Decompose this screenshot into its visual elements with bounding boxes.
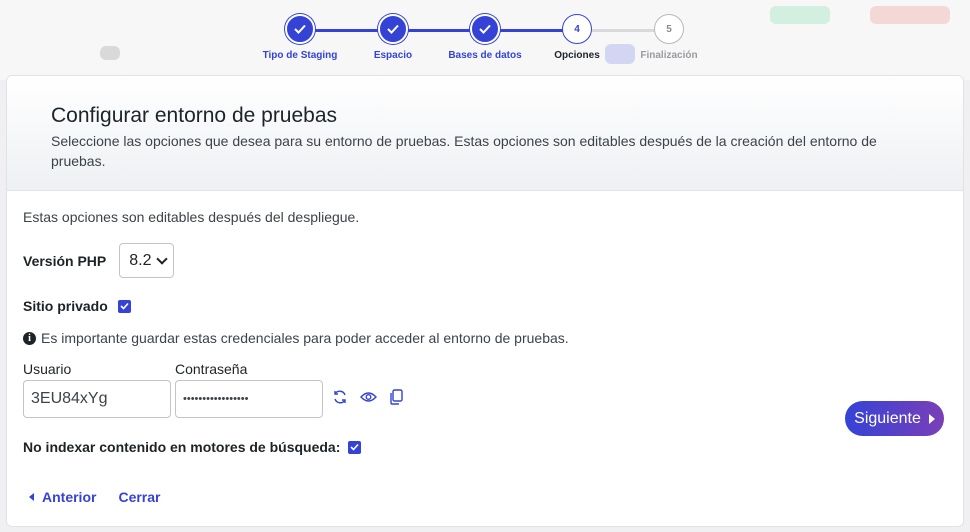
php-version-value: 8.2 xyxy=(129,251,152,269)
chevron-down-icon xyxy=(155,252,168,265)
copy-icon[interactable] xyxy=(387,388,405,406)
step-label: Tipo de Staging xyxy=(262,50,338,61)
step-number: 4 xyxy=(562,14,592,44)
footer-links: Anterior Cerrar xyxy=(23,489,160,505)
noindex-label: No indexar contenido en motores de búsqu… xyxy=(23,439,341,455)
php-version-label: Versión PHP xyxy=(23,252,107,269)
noindex-row: No indexar contenido en motores de búsqu… xyxy=(23,439,362,455)
credentials-info-text: Es importante guardar estas credenciales… xyxy=(41,330,569,346)
step-finalizacion: 5 Finalización xyxy=(619,14,719,61)
options-note: Estas opciones son editables después del… xyxy=(23,209,360,225)
credential-tools xyxy=(331,388,405,406)
private-site-row: Sitio privado xyxy=(23,298,131,314)
php-version-select[interactable]: 8.2 xyxy=(119,243,175,278)
credentials-info: i Es importante guardar estas credencial… xyxy=(23,330,569,346)
info-icon: i xyxy=(23,331,36,345)
step-label: Espacio xyxy=(373,50,413,61)
caret-left-icon xyxy=(29,493,34,501)
step-number: 5 xyxy=(654,14,684,44)
password-input[interactable]: ••••••••••••••••• xyxy=(175,380,323,418)
staging-options-card: Configurar entorno de pruebas Seleccione… xyxy=(6,75,964,527)
previous-button[interactable]: Anterior xyxy=(29,489,96,505)
check-icon xyxy=(470,14,500,44)
step-label: Finalización xyxy=(640,50,698,61)
close-button[interactable]: Cerrar xyxy=(118,489,160,505)
private-site-label: Sitio privado xyxy=(23,298,108,314)
private-site-checkbox[interactable] xyxy=(117,299,131,313)
card-header: Configurar entorno de pruebas Seleccione… xyxy=(7,76,963,191)
page-subtitle: Seleccione las opciones que desea para s… xyxy=(51,133,877,169)
step-espacio[interactable]: Espacio xyxy=(343,14,443,61)
username-label: Usuario xyxy=(23,361,72,377)
username-field-group: Usuario 3EU84xYg xyxy=(23,361,171,418)
password-label: Contraseña xyxy=(175,361,248,377)
progress-stepper: Tipo de Staging Espacio Bases de datos 4… xyxy=(250,14,720,74)
check-icon xyxy=(285,14,315,44)
step-label: Opciones xyxy=(554,50,600,61)
check-icon xyxy=(378,14,408,44)
password-field-group: Contraseña ••••••••••••••••• xyxy=(175,361,323,418)
refresh-icon[interactable] xyxy=(331,388,349,406)
card-body: Estas opciones son editables después del… xyxy=(7,191,963,526)
step-opciones: 4 Opciones xyxy=(527,14,627,61)
previous-label: Anterior xyxy=(42,489,97,505)
step-tipo-staging[interactable]: Tipo de Staging xyxy=(250,14,350,61)
next-label: Siguiente xyxy=(854,409,921,427)
eye-icon[interactable] xyxy=(359,388,377,406)
step-label: Bases de datos xyxy=(448,50,522,61)
noindex-checkbox[interactable] xyxy=(348,440,362,454)
step-bases-de-datos[interactable]: Bases de datos xyxy=(435,14,535,61)
next-button[interactable]: Siguiente xyxy=(845,401,944,436)
php-version-row: Versión PHP 8.2 xyxy=(23,243,175,278)
username-input[interactable]: 3EU84xYg xyxy=(23,380,171,418)
page-title: Configurar entorno de pruebas xyxy=(51,104,338,127)
caret-right-icon xyxy=(928,413,935,424)
